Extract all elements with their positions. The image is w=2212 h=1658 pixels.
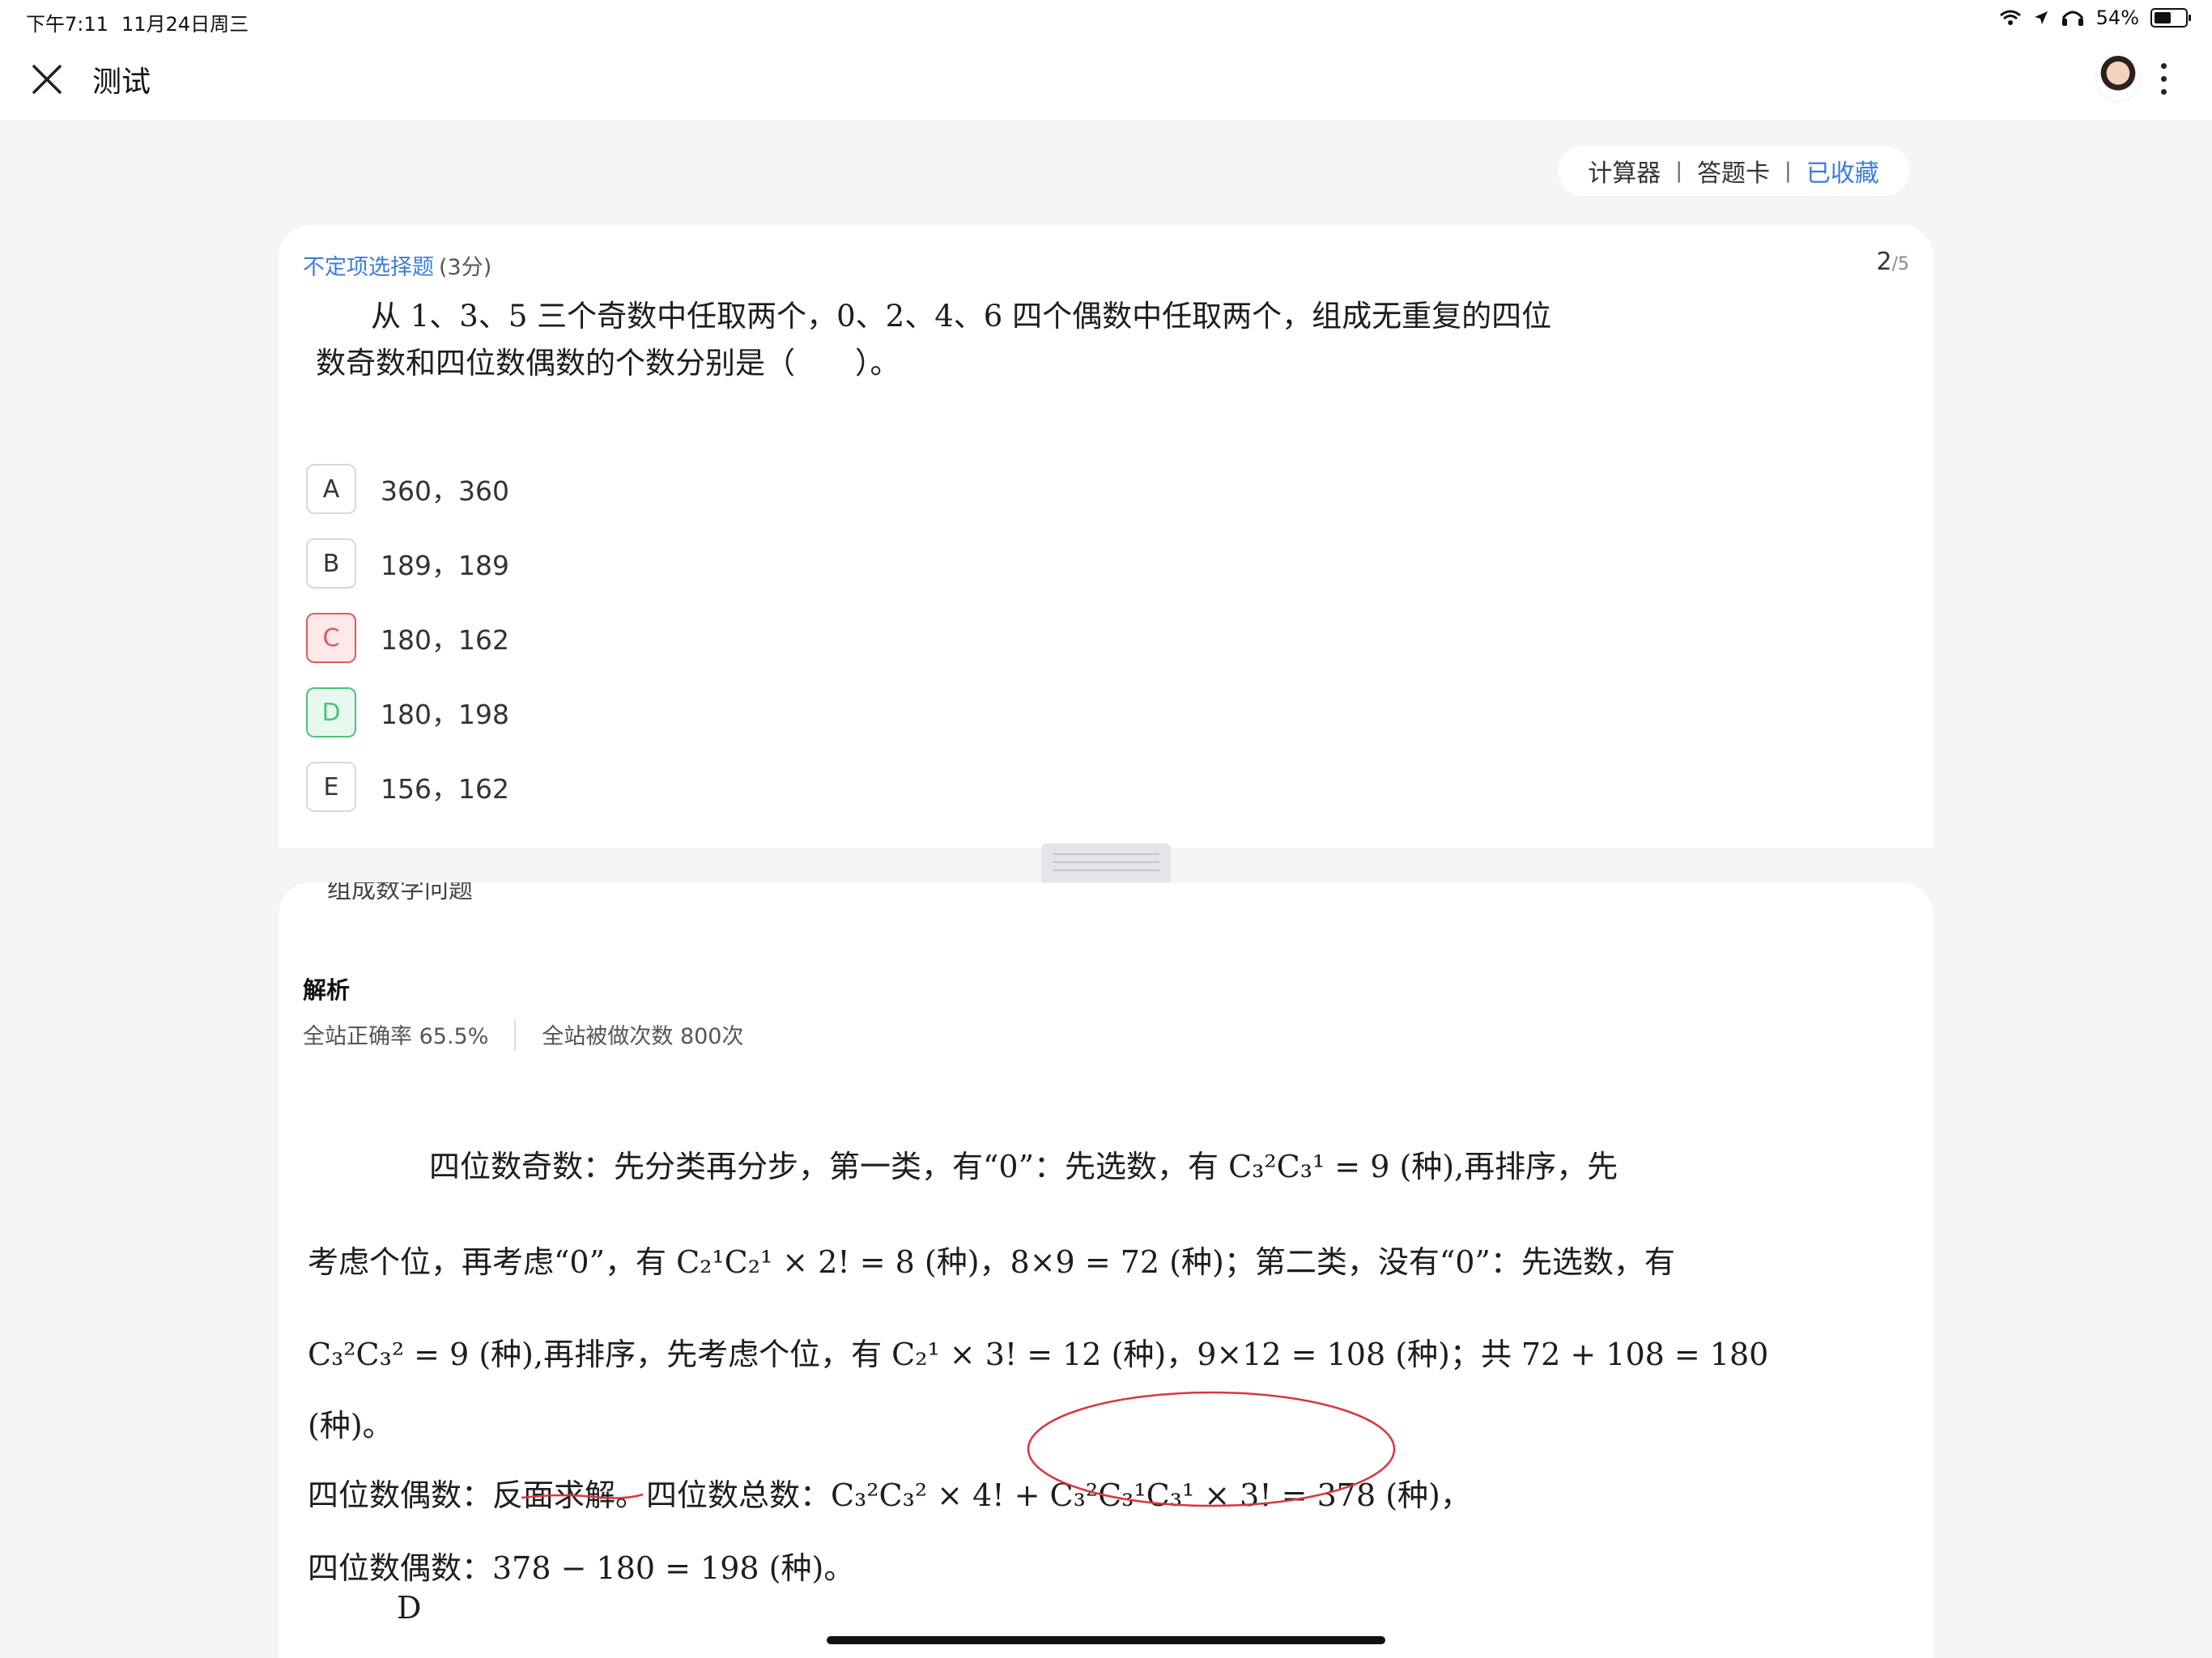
option-letter-wrong: C xyxy=(306,613,356,663)
question-card: 不定项选择题 (3分) 2/5 从 1、3、5 三个奇数中任取两个，0、2、4、6… xyxy=(279,225,1933,848)
option-text: 360，360 xyxy=(381,475,509,507)
avatar[interactable] xyxy=(2095,55,2141,102)
option-d[interactable]: D 180，198 xyxy=(306,675,509,750)
headphones-icon xyxy=(2061,11,2083,26)
status-icons: 54% xyxy=(1999,6,2191,29)
wifi-icon xyxy=(1999,10,2021,25)
option-text: 189，189 xyxy=(381,550,509,581)
question-current: 2 xyxy=(1876,248,1892,276)
option-letter: A xyxy=(306,464,356,514)
app-header: 测试 xyxy=(0,37,2212,120)
question-text-line: 数奇数和四位数偶数的个数分别是（ ）。 xyxy=(316,346,900,380)
option-letter-correct: D xyxy=(306,687,356,738)
tools-separator: | xyxy=(1675,159,1682,183)
analysis-card: 组成数字问题 解析 全站正确率 65.5% 全站被做次数 800次 四位数奇数：… xyxy=(279,882,1933,1658)
option-a[interactable]: A 360，360 xyxy=(306,452,509,526)
solution-line: 考虑个位，再考虑“0”，有 C₂¹C₂¹ × 2! = 8 (种)，8×9 = … xyxy=(308,1244,1675,1280)
solution-line: 四位数偶数：378 − 180 = 198 (种)。 xyxy=(308,1550,855,1586)
calculator-button[interactable]: 计算器 xyxy=(1588,153,1661,189)
close-button[interactable] xyxy=(29,62,65,97)
option-letter: B xyxy=(306,538,356,589)
option-e[interactable]: E 156，162 xyxy=(306,750,509,824)
more-button[interactable] xyxy=(2150,58,2176,100)
options-list: A 360，360 B 189，189 C 180，162 D 180，198 … xyxy=(306,452,509,824)
panel-drag-handle[interactable] xyxy=(1041,844,1171,882)
option-b[interactable]: B 189，189 xyxy=(306,526,509,601)
tools-separator: | xyxy=(1784,159,1792,183)
stats-divider xyxy=(514,1018,517,1050)
status-date: 11月24日周三 xyxy=(121,13,249,36)
analysis-stats: 全站正确率 65.5% 全站被做次数 800次 xyxy=(303,1018,743,1050)
knowledge-point-text: 组成数字问题 xyxy=(327,882,473,900)
question-counter: 2/5 xyxy=(1876,248,1909,276)
page-title: 测试 xyxy=(92,66,151,99)
location-icon xyxy=(2034,11,2048,24)
solution-line: (种)。 xyxy=(308,1408,393,1443)
analysis-title: 解析 xyxy=(303,976,351,1004)
question-text: 从 1、3、5 三个奇数中任取两个，0、2、4、6 四个偶数中任取两个，组成无重… xyxy=(316,293,1627,387)
answer-card-button[interactable]: 答题卡 xyxy=(1697,153,1770,189)
solution-line: C₃²C₃² = 9 (种),再排序，先考虑个位，有 C₂¹ × 3! = 12… xyxy=(308,1337,1769,1372)
favorite-button[interactable]: 已收藏 xyxy=(1806,153,1879,189)
solution-line: 四位数偶数：反面求解。四位数总数：C₃²C₃² × 4! + C₃²C₃¹C₃¹… xyxy=(308,1477,1471,1513)
accuracy-rate: 全站正确率 65.5% xyxy=(303,1024,489,1049)
close-icon xyxy=(32,65,62,94)
status-time: 下午7:11 xyxy=(26,13,108,36)
status-bar: 下午7:11 11月24日周三 54% xyxy=(0,0,2212,37)
option-c[interactable]: C 180，162 xyxy=(306,601,509,675)
question-text-line: 从 1、3、5 三个奇数中任取两个，0、2、4、6 四个偶数中任取两个，组成无重… xyxy=(371,299,1552,334)
option-letter: E xyxy=(306,762,356,812)
question-type: 不定项选择题 (3分) xyxy=(303,249,491,281)
battery-percent: 54% xyxy=(2095,6,2139,29)
solution-answer: D xyxy=(397,1590,422,1626)
option-text: 156，162 xyxy=(381,773,509,805)
question-score: (3分) xyxy=(439,255,492,280)
question-total: /5 xyxy=(1891,254,1909,274)
option-text: 180，198 xyxy=(381,699,509,730)
home-indicator[interactable] xyxy=(827,1636,1385,1644)
tools-bar: 计算器 | 答题卡 | 已收藏 xyxy=(1558,146,1909,196)
question-type-label: 不定项选择题 xyxy=(303,255,434,280)
battery-icon xyxy=(2150,8,2191,28)
solution-line: 四位数奇数：先分类再分步，第一类，有“0”：先选数，有 C₃²C₃¹ = 9 (… xyxy=(429,1149,1619,1184)
attempt-count: 全站被做次数 800次 xyxy=(542,1024,744,1049)
option-text: 180，162 xyxy=(381,624,509,656)
